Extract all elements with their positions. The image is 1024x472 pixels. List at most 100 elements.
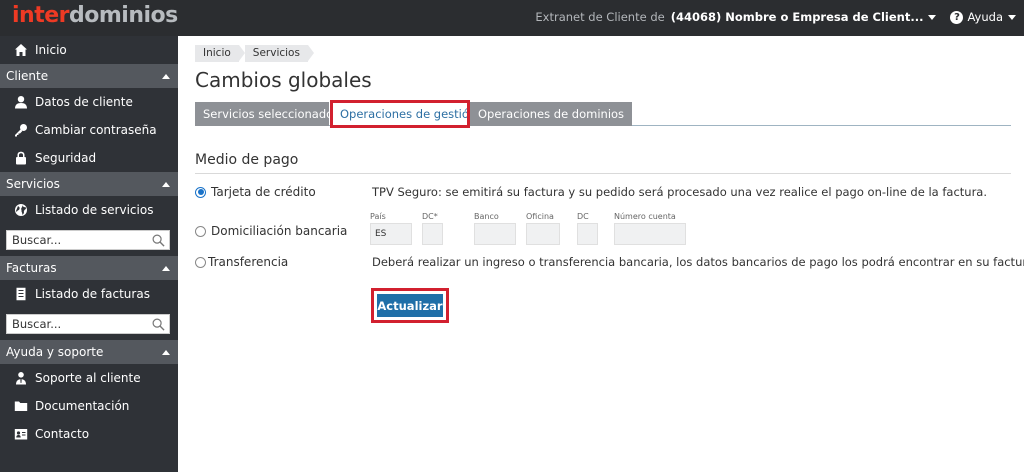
key-icon	[14, 123, 28, 137]
sidebar-item-label: Datos de cliente	[35, 95, 133, 109]
radio-button[interactable]	[195, 225, 206, 237]
search-box	[6, 230, 170, 250]
bank-field-oficina: Oficina	[526, 212, 560, 245]
sidebar-section-title: Facturas	[6, 261, 57, 275]
top-bar: interdominios Extranet de Cliente de (44…	[0, 0, 1024, 36]
tab-bar: Servicios seleccionados Operaciones de g…	[195, 100, 1011, 128]
tab-operaciones-gestion[interactable]: Operaciones de gestión	[330, 100, 476, 128]
lock-icon	[14, 151, 28, 165]
breadcrumb-inicio[interactable]: Inicio	[195, 45, 245, 62]
sidebar-item-documentacion[interactable]: Documentación	[0, 392, 178, 420]
sidebar-item-listado-facturas[interactable]: Listado de facturas	[0, 280, 178, 308]
sidebar-item-label: Contacto	[35, 427, 90, 441]
help-icon: ?	[950, 10, 964, 24]
numero-cuenta-input[interactable]	[614, 223, 686, 245]
sidebar-section-title: Ayuda y soporte	[6, 345, 104, 359]
pais-input[interactable]: ES	[370, 223, 412, 245]
breadcrumb: Inicio Servicios	[195, 45, 315, 62]
logo-part-dominios: dominios	[69, 3, 178, 28]
radio-domiciliacion-bancaria[interactable]: Domiciliación bancaria	[195, 224, 347, 238]
tab-servicios-seleccionados[interactable]: Servicios seleccionados	[195, 102, 339, 126]
help-menu[interactable]: ? Ayuda	[950, 10, 1016, 24]
sidebar-item-soporte[interactable]: Soporte al cliente	[0, 364, 178, 392]
sidebar-item-label: Listado de facturas	[35, 287, 150, 301]
sidebar-item-inicio[interactable]: Inicio	[0, 36, 178, 64]
sidebar-item-contacto[interactable]: Contacto	[0, 420, 178, 448]
chevron-up-icon	[162, 349, 170, 355]
page-title: Cambios globales	[195, 68, 372, 92]
field-label: País	[370, 212, 386, 221]
sidebar-item-label: Inicio	[35, 43, 67, 57]
sidebar-item-label: Seguridad	[35, 151, 97, 165]
client-selector[interactable]: (44068) Nombre o Empresa de Client...	[671, 10, 937, 24]
user-icon	[14, 95, 28, 109]
sidebar-search-servicios	[0, 224, 178, 256]
folder-icon	[14, 399, 28, 413]
search-icon[interactable]	[152, 234, 165, 247]
top-right-menu: Extranet de Cliente de (44068) Nombre o …	[535, 10, 1016, 24]
logo-part-inter: inter	[12, 3, 70, 28]
search-box	[6, 314, 170, 334]
sidebar-item-label: Listado de servicios	[35, 203, 154, 217]
radio-tarjeta-credito[interactable]: Tarjeta de crédito	[195, 185, 316, 199]
sidebar-item-datos-cliente[interactable]: Datos de cliente	[0, 88, 178, 116]
sidebar-section-facturas[interactable]: Facturas	[0, 256, 178, 280]
update-button[interactable]: Actualizar	[377, 294, 443, 317]
search-icon[interactable]	[152, 318, 165, 331]
radio-button-selected[interactable]	[195, 186, 206, 198]
sidebar-item-seguridad[interactable]: Seguridad	[0, 144, 178, 172]
chevron-up-icon	[162, 73, 170, 79]
sidebar-item-label: Documentación	[35, 399, 130, 413]
sidebar-item-listado-servicios[interactable]: Listado de servicios	[0, 196, 178, 224]
radio-button[interactable]	[195, 256, 206, 268]
field-label: Número cuenta	[614, 212, 676, 221]
sidebar-section-ayuda[interactable]: Ayuda y soporte	[0, 340, 178, 364]
bank-field-dc2: DC	[577, 212, 598, 245]
extranet-label: Extranet de Cliente de	[535, 10, 665, 24]
invoice-icon	[14, 287, 28, 301]
transfer-description: Deberá realizar un ingreso o transferenc…	[372, 255, 1024, 269]
logo[interactable]: interdominios	[12, 3, 178, 28]
field-label: DC*	[422, 212, 438, 221]
bank-field-banco: Banco	[474, 212, 516, 245]
support-agent-icon	[14, 371, 28, 385]
breadcrumb-servicios[interactable]: Servicios	[244, 45, 315, 62]
search-input-facturas[interactable]	[12, 317, 142, 331]
chevron-up-icon	[162, 181, 170, 187]
radio-transferencia[interactable]: Transferencia	[195, 255, 288, 269]
oficina-input[interactable]	[526, 223, 560, 245]
sidebar-search-facturas	[0, 308, 178, 340]
client-name: (44068) Nombre o Empresa de Client...	[670, 10, 924, 24]
sidebar-section-title: Servicios	[6, 177, 60, 191]
radio-label: Domiciliación bancaria	[211, 224, 348, 238]
radio-label: Transferencia	[208, 255, 289, 269]
field-label: Oficina	[526, 212, 554, 221]
sidebar-item-cambiar-contrasena[interactable]: Cambiar contraseña	[0, 116, 178, 144]
tab-operaciones-dominios[interactable]: Operaciones de dominios	[470, 102, 632, 126]
help-label: Ayuda	[967, 10, 1003, 24]
chevron-up-icon	[162, 265, 170, 271]
radio-label: Tarjeta de crédito	[211, 185, 316, 199]
bank-field-pais: País ES	[370, 212, 412, 245]
sidebar-section-cliente[interactable]: Cliente	[0, 64, 178, 88]
dc1-input[interactable]	[422, 223, 443, 245]
bank-field-numero-cuenta: Número cuenta	[614, 212, 686, 245]
field-label: DC	[577, 212, 589, 221]
dc2-input[interactable]	[577, 223, 598, 245]
main-content: Inicio Servicios Cambios globales Servic…	[178, 36, 1024, 472]
update-button-highlight: Actualizar	[371, 288, 449, 323]
banco-input[interactable]	[474, 223, 516, 245]
search-input-servicios[interactable]	[12, 233, 142, 247]
sidebar-section-servicios[interactable]: Servicios	[0, 172, 178, 196]
section-title-medio-pago: Medio de pago	[195, 152, 1011, 174]
chevron-down-icon	[928, 15, 937, 20]
bank-field-dc1: DC*	[422, 212, 443, 245]
globe-icon	[14, 203, 28, 217]
sidebar-section-title: Cliente	[6, 69, 49, 83]
contact-card-icon	[14, 427, 28, 441]
home-icon	[14, 43, 28, 57]
sidebar-item-label: Cambiar contraseña	[35, 123, 157, 137]
card-description: TPV Seguro: se emitirá su factura y su p…	[372, 185, 988, 199]
sidebar-item-label: Soporte al cliente	[35, 371, 141, 385]
chevron-down-icon	[1008, 14, 1016, 20]
